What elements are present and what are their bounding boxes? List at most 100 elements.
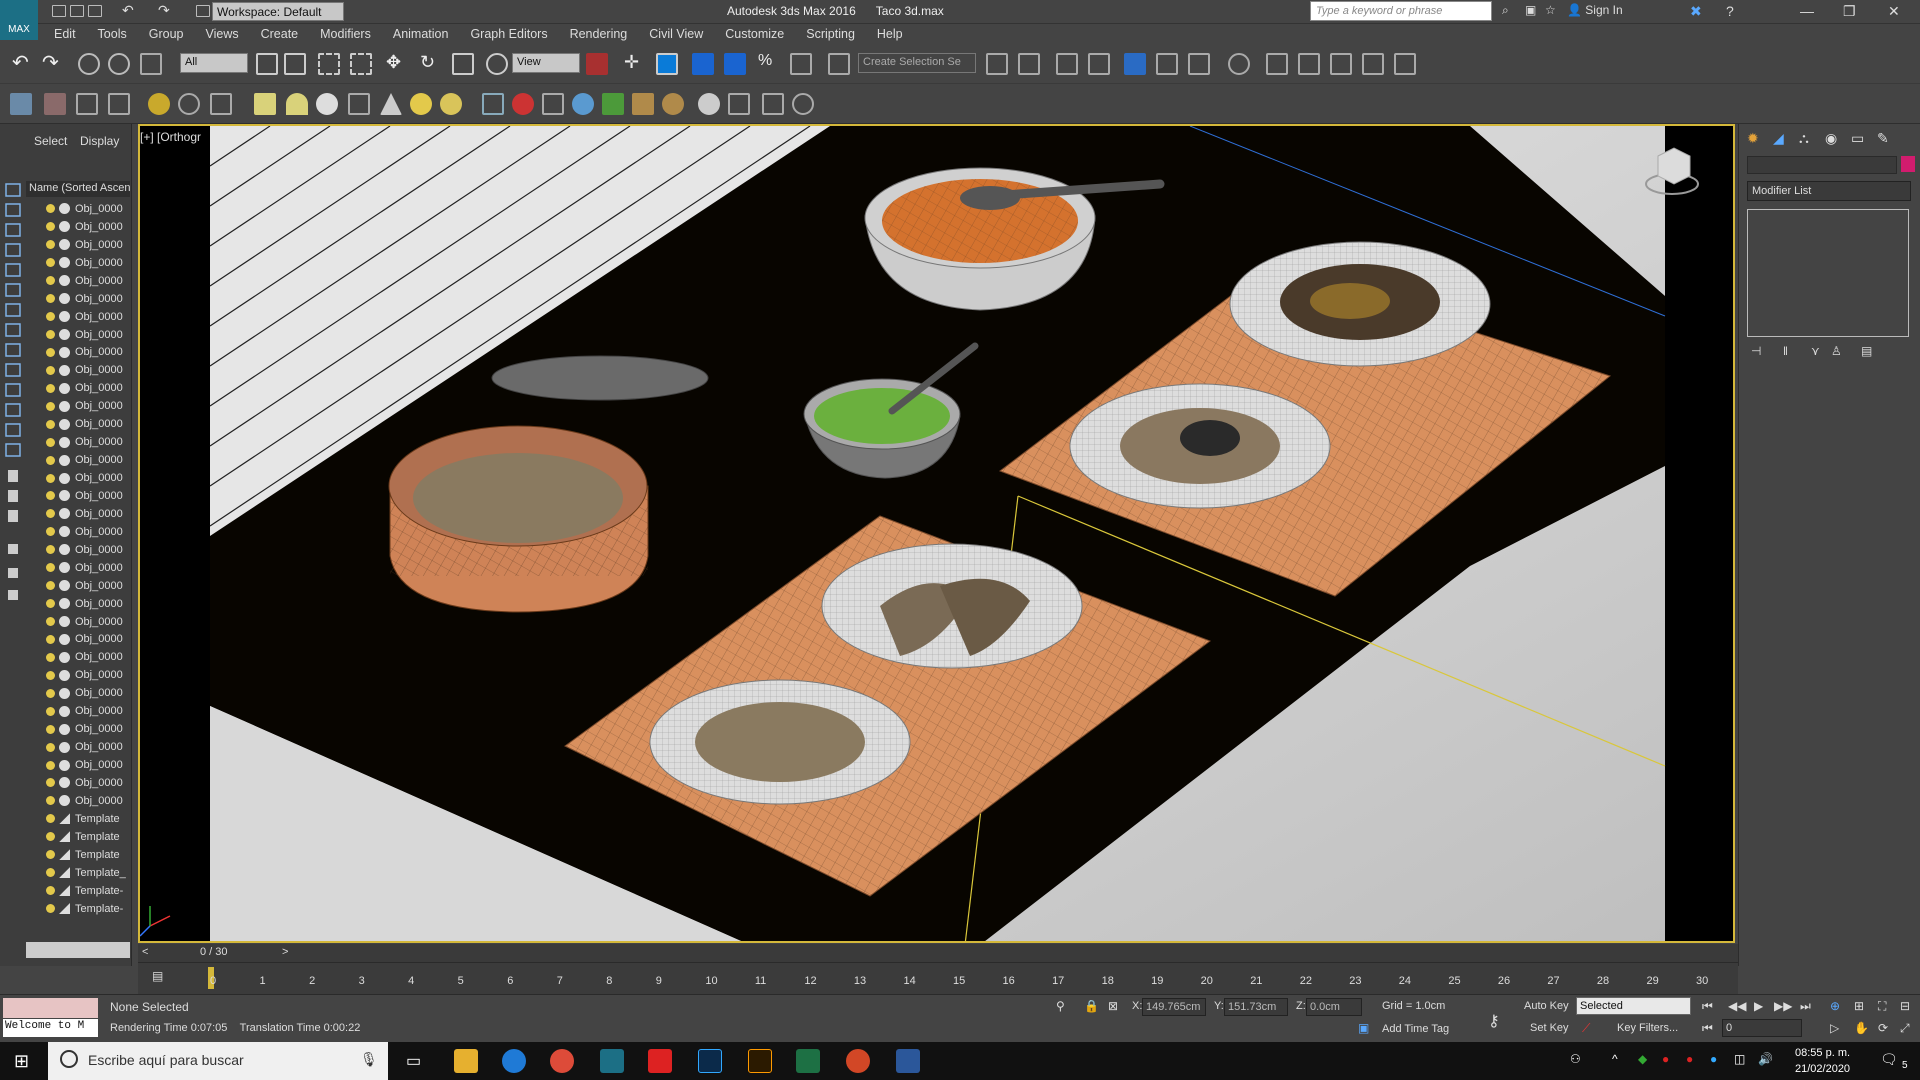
angle-snap-icon[interactable]: [724, 53, 746, 75]
visibility-bulb-icon[interactable]: [46, 868, 55, 878]
select-manipulate-icon[interactable]: ✛: [624, 52, 639, 73]
auto-key-button[interactable]: Auto Key: [1524, 1000, 1569, 1012]
omni-light-icon[interactable]: [440, 93, 462, 115]
modeling-sphere-icon[interactable]: [316, 93, 338, 115]
visibility-bulb-icon[interactable]: [46, 276, 55, 286]
add-time-tag-button[interactable]: Add Time Tag: [1382, 1023, 1449, 1035]
rendered-frame-window-icon[interactable]: [1298, 53, 1320, 75]
app-logo-icon[interactable]: MAX: [0, 0, 38, 40]
tab-display[interactable]: Display: [80, 134, 119, 148]
previous-frame-icon[interactable]: ◀◀: [1728, 999, 1746, 1013]
visibility-bulb-icon[interactable]: [46, 294, 55, 304]
maxscript-listener[interactable]: [3, 998, 98, 1018]
window-crossing-icon[interactable]: [350, 53, 372, 75]
orbit-icon[interactable]: ⟳: [1878, 1021, 1888, 1035]
hair-fur-icon[interactable]: [632, 93, 654, 115]
visibility-bulb-icon[interactable]: [46, 455, 55, 465]
absolute-mode-icon[interactable]: ⊠: [1108, 999, 1118, 1013]
named-selection-dropdown[interactable]: Create Selection Se: [858, 53, 976, 73]
visibility-bulb-icon[interactable]: [46, 473, 55, 483]
select-and-link-icon[interactable]: [78, 53, 100, 75]
key-mode-dropdown[interactable]: Selected: [1576, 997, 1691, 1015]
chrome-icon[interactable]: [550, 1049, 574, 1073]
search-input[interactable]: Type a keyword or phrase: [1310, 1, 1492, 21]
tray-app-icon-3[interactable]: ●: [1710, 1052, 1717, 1066]
menu-modifiers[interactable]: Modifiers: [320, 27, 371, 41]
open-file-icon[interactable]: [70, 5, 84, 17]
scene-object-row[interactable]: Obj_0000: [26, 595, 130, 613]
3ds-max-taskbar-icon[interactable]: [600, 1049, 624, 1073]
scene-object-row[interactable]: Obj_0000: [26, 613, 130, 631]
z-coord-field[interactable]: 0.0cm: [1306, 998, 1362, 1016]
scene-object-row[interactable]: Obj_0000: [26, 738, 130, 756]
scene-object-row[interactable]: Obj_0000: [26, 308, 130, 326]
menu-rendering[interactable]: Rendering: [570, 27, 628, 41]
solidworks-icon[interactable]: [648, 1049, 672, 1073]
task-view-icon[interactable]: ▭: [406, 1051, 421, 1071]
help-circle-icon[interactable]: [792, 93, 814, 115]
powerpoint-icon[interactable]: [846, 1049, 870, 1073]
key-filters-button[interactable]: Key Filters...: [1617, 1022, 1678, 1034]
scene-explorer-toggle-icon[interactable]: [1124, 53, 1146, 75]
motion-tab-icon[interactable]: ◉: [1825, 130, 1837, 147]
render-frame-icon[interactable]: [728, 93, 750, 115]
tab-select[interactable]: Select: [34, 134, 67, 148]
particle-flow-icon[interactable]: [482, 93, 504, 115]
select-by-name-icon[interactable]: [284, 53, 306, 75]
modifier-stack[interactable]: [1747, 209, 1909, 337]
scene-object-row[interactable]: Obj_0000: [26, 666, 130, 684]
rectangular-selection-icon[interactable]: [318, 53, 340, 75]
inherit-container-icon[interactable]: [76, 93, 98, 115]
reference-coordinate-dropdown[interactable]: View: [512, 53, 580, 73]
visibility-bulb-icon[interactable]: [46, 222, 55, 232]
keyboard-shortcut-override-icon[interactable]: [656, 53, 678, 75]
visibility-bulb-icon[interactable]: [46, 240, 55, 250]
rotate-icon[interactable]: ↻: [420, 52, 435, 73]
visibility-bulb-icon[interactable]: [46, 545, 55, 555]
scene-object-row[interactable]: Obj_0000: [26, 469, 130, 487]
windows-start-icon[interactable]: ⊞: [14, 1051, 29, 1072]
photoshop-icon[interactable]: [698, 1049, 722, 1073]
container-icon[interactable]: [10, 93, 32, 115]
people-icon[interactable]: ⚇: [1570, 1052, 1581, 1066]
column-header-name[interactable]: Name (Sorted Ascen: [26, 181, 130, 197]
isolate-selection-icon[interactable]: ⚲: [1056, 999, 1065, 1013]
visibility-bulb-icon[interactable]: [46, 509, 55, 519]
visibility-bulb-icon[interactable]: [46, 760, 55, 770]
y-coord-field[interactable]: 151.73cm: [1224, 998, 1288, 1016]
taskbar-search[interactable]: Escribe aquí para buscar 🎙: [48, 1042, 388, 1080]
scene-object-row[interactable]: Obj_0000: [26, 702, 130, 720]
default-in-out-tangent-icon[interactable]: ⟋: [1582, 1021, 1590, 1036]
tray-app-icon-2[interactable]: ●: [1686, 1052, 1693, 1066]
internet-explorer-icon[interactable]: [502, 1049, 526, 1073]
maxscript-output[interactable]: Welcome to M: [3, 1019, 98, 1037]
visibility-bulb-icon[interactable]: [46, 312, 55, 322]
utilities-tab-icon[interactable]: ✎: [1877, 130, 1889, 147]
visibility-bulb-icon[interactable]: [46, 563, 55, 573]
visibility-bulb-icon[interactable]: [46, 617, 55, 627]
visibility-bulb-icon[interactable]: [46, 832, 55, 842]
menu-tools[interactable]: Tools: [98, 27, 127, 41]
light-lister-icon[interactable]: [148, 93, 170, 115]
visibility-bulb-icon[interactable]: [46, 706, 55, 716]
menu-customize[interactable]: Customize: [725, 27, 784, 41]
fluids-icon[interactable]: [572, 93, 594, 115]
visibility-bulb-icon[interactable]: [46, 634, 55, 644]
file-explorer-icon[interactable]: [454, 1049, 478, 1073]
edit-named-selection-icon[interactable]: [828, 53, 850, 75]
scene-object-row[interactable]: Obj_0000: [26, 415, 130, 433]
scene-object-row[interactable]: Obj_0000: [26, 433, 130, 451]
horizontal-scrollbar[interactable]: [26, 942, 130, 958]
microphone-icon[interactable]: 🎙: [360, 1051, 378, 1068]
scene-object-row[interactable]: Obj_0000: [26, 559, 130, 577]
modeling-teapot-icon[interactable]: [348, 93, 370, 115]
mini-curve-editor-icon[interactable]: ▤: [152, 969, 163, 983]
set-key-button[interactable]: Set Key: [1530, 1022, 1569, 1034]
zoom-all-icon[interactable]: ⊞: [1854, 999, 1864, 1013]
zoom-extents-icon[interactable]: ⛶: [1878, 999, 1886, 1014]
binoculars-icon[interactable]: ⌕: [1502, 3, 1509, 18]
sun-icon[interactable]: [410, 93, 432, 115]
key-mode-toggle-icon[interactable]: ⏮: [1702, 1021, 1713, 1036]
tray-shield-icon[interactable]: ◆: [1638, 1052, 1647, 1066]
material-editor-icon[interactable]: [1228, 53, 1250, 75]
